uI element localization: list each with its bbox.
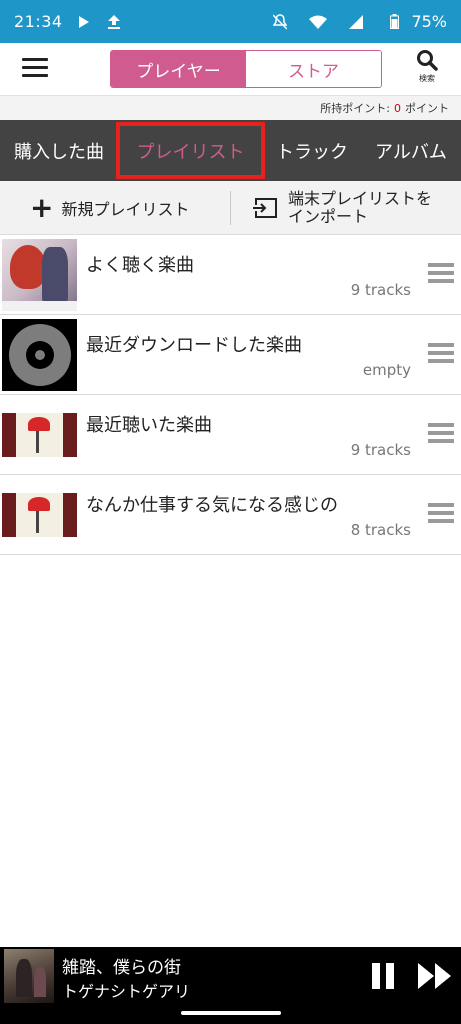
search-label: 検索 xyxy=(419,74,435,83)
drag-handle-icon[interactable] xyxy=(428,503,454,525)
library-tabs: 購入した曲 プレイリスト トラック アルバム xyxy=(0,120,461,181)
now-playing-artwork xyxy=(4,949,54,1003)
now-playing-artist: トゲナシトゲアリ xyxy=(62,982,191,1001)
upload-icon xyxy=(105,13,123,31)
mode-switch: プレイヤー ストア xyxy=(110,50,382,88)
status-bar: 21:34 75% xyxy=(0,0,461,43)
skip-forward-icon[interactable] xyxy=(418,963,452,989)
playlist-row[interactable]: 最近聴いた楽曲 9 tracks xyxy=(0,395,461,475)
new-playlist-label: 新規プレイリスト xyxy=(61,200,190,219)
pause-icon[interactable] xyxy=(372,963,396,989)
points-value: 0 xyxy=(394,101,401,115)
playlist-title: 最近聴いた楽曲 xyxy=(86,415,212,436)
playlist-track-count: 9 tracks xyxy=(350,281,411,299)
drag-handle-icon[interactable] xyxy=(428,263,454,285)
playlist-actions: + 新規プレイリスト 端末プレイリストを インポート xyxy=(0,181,461,235)
playlist-track-count: 9 tracks xyxy=(350,441,411,459)
app-header: プレイヤー ストア 検索 xyxy=(0,43,461,95)
points-label: 所持ポイント: xyxy=(320,102,390,115)
playlist-track-count: empty xyxy=(362,361,411,379)
tab-purchased[interactable]: 購入した曲 xyxy=(14,120,104,181)
playlist-row[interactable]: 最近ダウンロードした楽曲 empty xyxy=(0,315,461,395)
wifi-icon xyxy=(309,13,328,31)
playlist-thumbnail xyxy=(2,493,77,537)
search-icon xyxy=(417,50,438,71)
gesture-bar xyxy=(0,1005,461,1024)
battery-icon xyxy=(385,13,403,31)
player-mode-button[interactable]: プレイヤー xyxy=(111,51,246,87)
menu-icon[interactable] xyxy=(22,58,48,80)
playlist-title: 最近ダウンロードした楽曲 xyxy=(86,335,302,356)
play-icon xyxy=(75,13,93,31)
import-icon xyxy=(253,198,277,218)
home-indicator[interactable] xyxy=(181,1011,281,1015)
tab-albums[interactable]: アルバム xyxy=(375,120,447,181)
playlist-title: なんか仕事する気になる感じの xyxy=(86,495,338,516)
store-mode-button[interactable]: ストア xyxy=(246,51,381,87)
playlist-thumbnail xyxy=(2,413,77,457)
points-bar: 所持ポイント: 0 ポイント xyxy=(0,95,461,120)
now-playing-bar[interactable]: 雑踏、僕らの街 トゲナシトゲアリ xyxy=(0,947,461,1005)
playlist-row[interactable]: なんか仕事する気になる感じの 8 tracks xyxy=(0,475,461,555)
tab-playlist[interactable]: プレイリスト xyxy=(116,120,265,181)
search-button[interactable]: 検索 xyxy=(408,49,446,89)
divider xyxy=(230,191,231,225)
tab-tracks[interactable]: トラック xyxy=(276,120,348,181)
signal-icon xyxy=(347,13,365,31)
import-label-line2: インポート xyxy=(288,207,369,226)
import-playlist-button[interactable]: 端末プレイリストを インポート xyxy=(252,181,432,235)
drag-handle-icon[interactable] xyxy=(428,343,454,365)
drag-handle-icon[interactable] xyxy=(428,423,454,445)
playlist-title: よく聴く楽曲 xyxy=(86,255,194,276)
playlist-row[interactable]: よく聴く楽曲 9 tracks xyxy=(0,235,461,315)
plus-icon: + xyxy=(30,191,54,224)
points-unit: ポイント xyxy=(405,102,449,115)
playlist-list: よく聴く楽曲 9 tracks 最近ダウンロードした楽曲 empty 最近聴いた… xyxy=(0,235,461,555)
import-label-line1: 端末プレイリストを xyxy=(288,189,433,208)
playlist-track-count: 8 tracks xyxy=(350,521,411,539)
tab-highlight-box xyxy=(116,122,265,179)
now-playing-title: 雑踏、僕らの街 xyxy=(62,958,181,978)
battery-percent: 75% xyxy=(411,12,447,31)
status-time: 21:34 xyxy=(14,12,63,31)
playlist-thumbnail xyxy=(2,239,77,311)
new-playlist-button[interactable]: + 新規プレイリスト xyxy=(30,181,189,235)
disc-placeholder-thumbnail xyxy=(2,319,77,391)
bell-off-icon xyxy=(271,13,289,31)
